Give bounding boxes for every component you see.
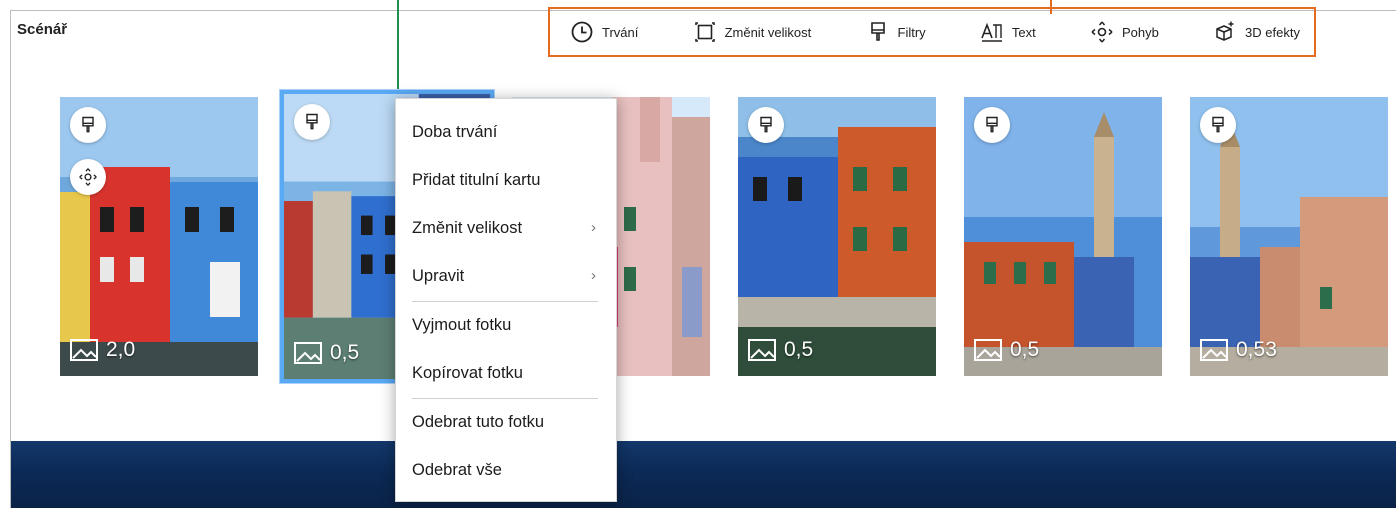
3d-effects-label: 3D efekty — [1245, 24, 1300, 40]
menu-item-label: Změnit velikost — [412, 219, 523, 237]
storyboard-card[interactable]: 2,0 — [60, 97, 258, 376]
sparkle-3d-icon — [1216, 21, 1234, 41]
storyboard-toolbar: Trvání Změnit velikost Filtry Text Pohyb… — [548, 7, 1316, 57]
duration-overlay: 0,53 — [1200, 338, 1277, 362]
storyboard-card[interactable]: 0,5 — [964, 97, 1162, 376]
motion-badge[interactable] — [70, 159, 106, 195]
duration-value: 0,5 — [784, 338, 814, 361]
filter-brush-icon — [82, 116, 94, 133]
chevron-right-icon: › — [591, 219, 596, 236]
filter-badge[interactable] — [70, 107, 106, 143]
storyboard-strip: 2,0 0,5 0,5 0,5 0,53 — [60, 90, 1396, 383]
filter-brush-icon — [306, 113, 318, 130]
clock-icon — [571, 21, 593, 43]
callout-line — [397, 0, 399, 97]
filters-label: Filtry — [897, 24, 926, 40]
duration-overlay: 0,5 — [974, 338, 1039, 362]
text-label: Text — [1011, 24, 1036, 40]
menu-item-add-title-card[interactable]: Přidat titulní kartu — [396, 157, 616, 205]
image-icon — [70, 339, 98, 361]
text-icon — [981, 22, 1002, 42]
resize-button[interactable]: Změnit velikost — [693, 20, 812, 44]
3d-effects-button[interactable]: 3D efekty — [1213, 20, 1300, 44]
duration-value: 0,5 — [1010, 338, 1040, 361]
menu-item-copy-photo[interactable]: Kopírovat fotku — [396, 350, 616, 398]
filter-brush-icon — [870, 22, 885, 41]
text-button[interactable]: Text — [980, 20, 1036, 44]
filter-brush-icon — [986, 116, 998, 133]
panel-title: Scénář — [17, 21, 68, 38]
filter-badge[interactable] — [294, 104, 330, 140]
duration-value: 2,0 — [106, 338, 136, 361]
menu-item-label: Odebrat vše — [412, 461, 502, 479]
duration-button[interactable]: Trvání — [570, 20, 638, 44]
resize-label: Změnit velikost — [724, 24, 812, 40]
motion-button[interactable]: Pohyb — [1090, 20, 1159, 44]
storyboard-card[interactable]: 0,5 — [738, 97, 936, 376]
menu-item-duration[interactable]: Doba trvání — [396, 109, 616, 157]
duration-value: 0,5 — [330, 341, 360, 364]
duration-label: Trvání — [602, 24, 639, 40]
chevron-right-icon: › — [591, 267, 596, 284]
duration-value: 0,53 — [1236, 338, 1277, 361]
filter-badge[interactable] — [1200, 107, 1236, 143]
image-icon — [974, 339, 1002, 361]
filter-brush-icon — [760, 116, 772, 133]
menu-item-edit[interactable]: Upravit › — [396, 253, 616, 301]
filter-badge[interactable] — [748, 107, 784, 143]
storyboard-card[interactable]: 0,53 — [1190, 97, 1388, 376]
motion-label: Pohyb — [1121, 24, 1159, 40]
filter-brush-icon — [1212, 116, 1224, 133]
duration-overlay: 2,0 — [70, 338, 135, 362]
menu-item-label: Odebrat tuto fotku — [412, 413, 545, 431]
menu-item-resize[interactable]: Změnit velikost › — [396, 205, 616, 253]
menu-item-remove-all[interactable]: Odebrat vše — [396, 447, 616, 495]
preview-area — [11, 441, 1396, 508]
filters-button[interactable]: Filtry — [866, 20, 926, 44]
menu-item-label: Kopírovat fotku — [412, 364, 523, 382]
resize-icon — [694, 22, 715, 42]
menu-item-remove-photo[interactable]: Odebrat tuto fotku — [396, 399, 616, 447]
image-icon — [748, 339, 776, 361]
motion-icon — [79, 168, 97, 186]
duration-overlay: 0,5 — [748, 338, 813, 362]
context-menu: Doba trvání Přidat titulní kartu Změnit … — [395, 98, 617, 502]
duration-overlay: 0,5 — [294, 341, 359, 365]
menu-item-label: Upravit — [412, 267, 465, 285]
motion-icon — [1091, 21, 1113, 43]
image-icon — [1200, 339, 1228, 361]
menu-item-label: Přidat titulní kartu — [412, 171, 541, 189]
menu-item-label: Doba trvání — [412, 123, 498, 141]
menu-item-label: Vyjmout fotku — [412, 316, 512, 334]
menu-item-cut-photo[interactable]: Vyjmout fotku — [396, 302, 616, 350]
filter-badge[interactable] — [974, 107, 1010, 143]
image-icon — [294, 342, 322, 364]
